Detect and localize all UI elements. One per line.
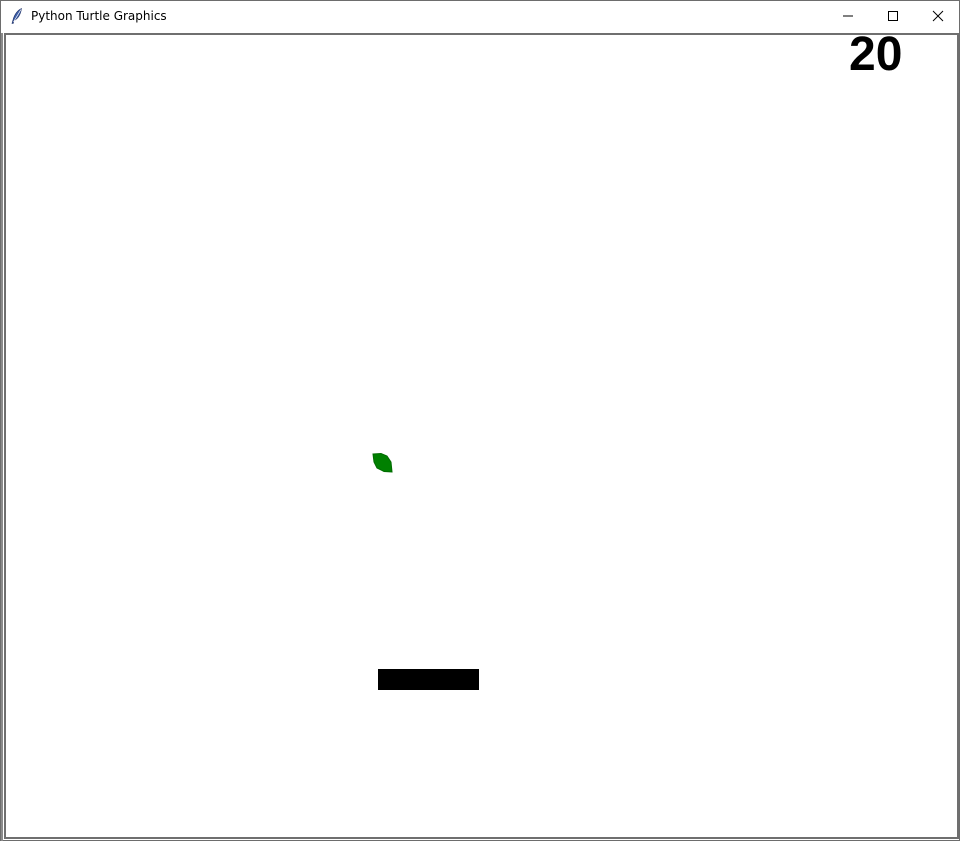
title-bar[interactable]: Python Turtle Graphics <box>1 1 959 32</box>
ball <box>372 452 393 473</box>
canvas-edge <box>1 33 3 841</box>
feather-icon <box>11 8 23 24</box>
window-title: Python Turtle Graphics <box>31 9 167 23</box>
paddle <box>378 669 479 690</box>
game-canvas[interactable] <box>4 33 959 839</box>
maximize-icon <box>888 11 898 21</box>
close-icon <box>932 10 944 22</box>
minimize-icon <box>843 15 853 17</box>
turtle-window: Python Turtle Graphics 20 <box>0 0 960 841</box>
close-button[interactable] <box>915 1 960 32</box>
score-display: 20 <box>849 28 903 81</box>
